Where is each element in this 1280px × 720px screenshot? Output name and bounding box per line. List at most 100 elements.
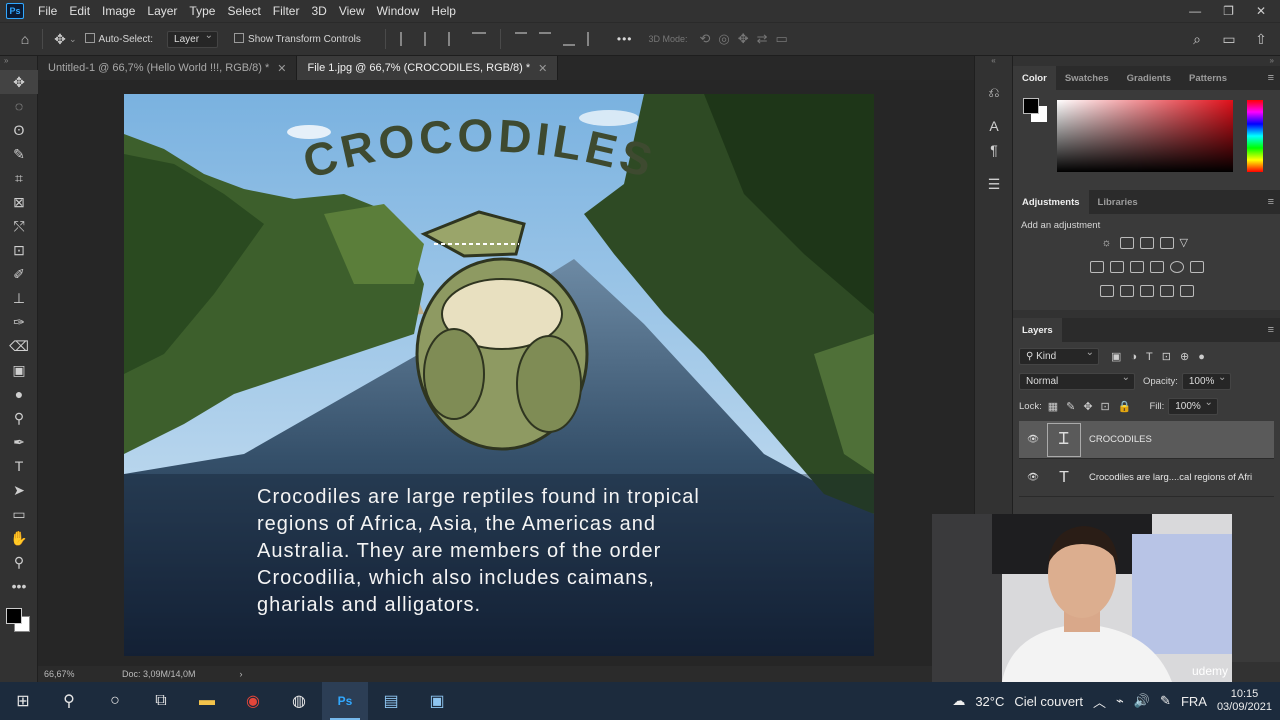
curves-icon[interactable] [1139,237,1154,249]
brush-tool-icon[interactable]: ✐ [0,262,38,286]
layer-filter-icons[interactable]: ▣◑T⊡⊕● [1111,350,1214,363]
history-panel-icon[interactable]: ⎌ [975,80,1013,104]
notes-icon[interactable]: ▤ [368,682,414,720]
menu-layer[interactable]: Layer [141,4,183,18]
share-icon[interactable]: ⇧ [1252,30,1270,48]
close-icon[interactable]: ✕ [538,62,547,75]
status-menu-arrow[interactable]: › [240,669,243,679]
pen-icon[interactable]: ✎ [1160,693,1171,709]
task-view-icon[interactable]: ⧉ [138,682,184,720]
menu-3d[interactable]: 3D [305,4,332,18]
close-button[interactable]: ✕ [1256,4,1266,18]
levels-icon[interactable] [1119,237,1134,249]
selective-color-icon[interactable] [1159,285,1174,297]
photos-icon[interactable]: ▣ [414,682,460,720]
zoom-level[interactable]: 66,67% [44,669,104,679]
tab-untitled-1[interactable]: Untitled-1 @ 66,7% (Hello World !!!, RGB… [38,56,298,80]
tab-adjustments[interactable]: Adjustments [1013,190,1089,214]
show-transform-checkbox[interactable] [234,33,248,45]
foreground-swatch[interactable] [1023,98,1039,114]
opacity-input[interactable]: 100% [1181,372,1232,390]
properties-panel-icon[interactable]: ☰ [975,172,1013,196]
workspace-icon[interactable]: ▭ [1220,30,1238,48]
black-white-icon[interactable] [1129,261,1144,273]
hand-tool-icon[interactable]: ✋ [0,526,38,550]
color-field[interactable] [1057,100,1233,172]
file-explorer-icon[interactable]: ▬ [184,682,230,720]
invert-icon[interactable] [1099,285,1114,297]
healing-tool-icon[interactable]: ⊡ [0,238,38,262]
layer-row[interactable]: 👁 T Crocodiles are larg....cal regions o… [1019,459,1274,497]
align-middle-icon[interactable] [538,32,551,46]
search-icon[interactable]: ⌕ [1188,30,1206,48]
channel-mixer-icon[interactable] [1169,261,1184,273]
panel-menu-icon[interactable]: ≡ [1268,196,1274,208]
stamp-tool-icon[interactable]: ⊥ [0,286,38,310]
distribute-icon[interactable] [471,32,486,46]
minimize-button[interactable]: — [1189,4,1201,18]
color-balance-icon[interactable] [1109,261,1124,273]
eye-icon[interactable]: 👁 [1019,434,1047,445]
network-icon[interactable]: ⌁ [1116,693,1124,709]
restore-button[interactable]: ❐ [1223,4,1234,18]
zoom-tool-icon[interactable]: ⚲ [0,550,38,574]
home-icon[interactable]: ⌂ [16,30,34,48]
auto-select-checkbox[interactable] [84,33,99,45]
lasso-tool-icon[interactable]: ʘ [0,118,38,142]
body-text-layer[interactable]: Crocodiles are large reptiles found in t… [257,484,700,619]
search-icon[interactable]: ⚲ [46,682,92,720]
hue-saturation-icon[interactable] [1089,261,1104,273]
menu-view[interactable]: View [333,4,371,18]
photoshop-taskbar-icon[interactable]: Ps [322,682,368,720]
menu-edit[interactable]: Edit [63,4,96,18]
panel-menu-icon[interactable]: ≡ [1268,72,1274,84]
vibrance-icon[interactable]: ▽ [1180,237,1194,249]
layer-row[interactable]: 👁 Ꮖ CROCODILES [1019,421,1274,459]
align-bottom-icon[interactable] [562,32,575,46]
gradient-tool-icon[interactable]: ▣ [0,358,38,382]
gradient-map-icon[interactable] [1179,285,1194,297]
move-tool-preset-icon[interactable]: ✥ [51,30,69,48]
collapse-icon[interactable]: » [0,56,37,70]
pen-tool-icon[interactable]: ✒ [0,430,38,454]
menu-type[interactable]: Type [183,4,221,18]
blur-tool-icon[interactable]: ● [0,382,38,406]
menu-window[interactable]: Window [371,4,426,18]
tab-color[interactable]: Color [1013,66,1056,90]
close-icon[interactable]: ✕ [277,62,286,75]
windows-start-icon[interactable]: ⊞ [0,682,46,720]
weather-temp[interactable]: 32°C [975,694,1004,709]
dodge-tool-icon[interactable]: ⚲ [0,406,38,430]
eraser-tool-icon[interactable]: ⌫ [0,334,38,358]
collapse-icon[interactable]: » [1013,56,1280,66]
history-brush-icon[interactable]: ✑ [0,310,38,334]
weather-desc[interactable]: Ciel couvert [1014,694,1083,709]
align-left-icon[interactable] [399,32,412,46]
rectangle-tool-icon[interactable]: ▭ [0,502,38,526]
type-tool-icon[interactable]: T [0,454,38,478]
expand-icon[interactable]: « [975,56,1012,70]
tab-file-1[interactable]: File 1.jpg @ 66,7% (CROCODILES, RGB/8) *… [297,56,559,80]
tab-swatches[interactable]: Swatches [1056,66,1118,90]
panel-menu-icon[interactable]: ≡ [1268,324,1274,336]
clock[interactable]: 10:15 03/09/2021 [1217,688,1272,714]
character-panel-icon[interactable]: A [975,114,1013,138]
eye-icon[interactable]: 👁 [1019,472,1047,483]
chevron-up-icon[interactable]: ︿ [1093,692,1106,711]
menu-image[interactable]: Image [96,4,141,18]
frame-tool-icon[interactable]: ⊠ [0,190,38,214]
eyedropper-tool-icon[interactable]: ⤲ [0,214,38,238]
move-tool-icon[interactable]: ✥ [0,70,38,94]
exposure-icon[interactable] [1159,237,1174,249]
brightness-icon[interactable]: ☼ [1100,237,1114,249]
crop-tool-icon[interactable]: ⌗ [0,166,38,190]
threshold-icon[interactable] [1139,285,1154,297]
layer-kind-filter[interactable]: ⚲ Kind [1019,347,1099,365]
language-indicator[interactable]: FRA [1181,694,1207,709]
paragraph-panel-icon[interactable]: ¶ [975,138,1013,162]
tab-libraries[interactable]: Libraries [1089,190,1147,214]
more-options-button[interactable]: ••• [617,32,633,46]
obs-icon[interactable]: ◍ [276,682,322,720]
tab-gradients[interactable]: Gradients [1118,66,1180,90]
align-right-icon[interactable] [447,32,460,46]
